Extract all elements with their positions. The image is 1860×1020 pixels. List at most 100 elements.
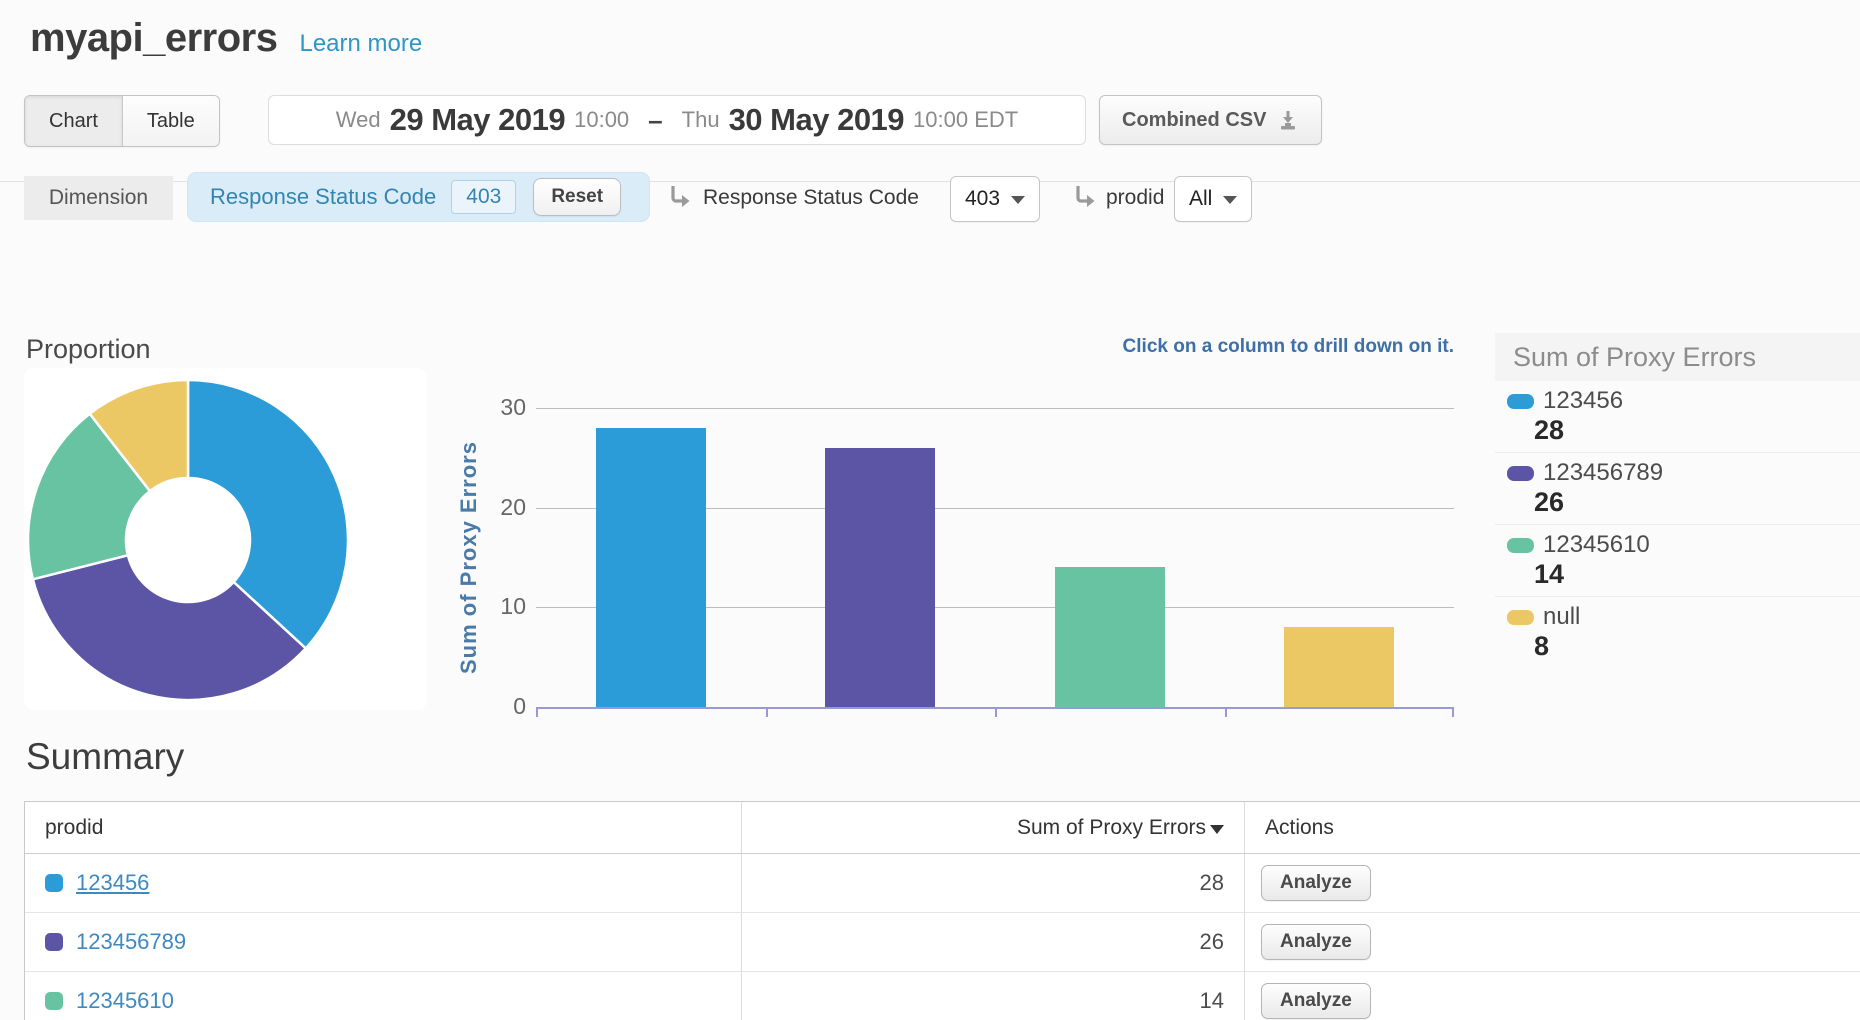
legend-label: null <box>1543 604 1580 630</box>
summary-table: prodid Sum of Proxy Errors Actions 12345… <box>24 801 1860 1020</box>
learn-more-link[interactable]: Learn more <box>299 30 422 58</box>
summary-table-body: 12345628Analyze12345678926Analyze1234561… <box>25 854 1860 1020</box>
dimension-label: Dimension <box>24 176 173 220</box>
column-header-prodid: prodid <box>25 802 741 853</box>
legend-item-123456789: 12345678926 <box>1495 453 1860 525</box>
prodid-link-12345610[interactable]: 12345610 <box>76 988 174 1014</box>
table-row-12345610: 12345610 14 Analyze <box>25 972 1860 1020</box>
drilldown-arrow-icon <box>667 183 694 210</box>
table-row-123456: 123456 28 Analyze <box>25 854 1860 913</box>
chart-legend: Sum of Proxy Errors 12345628123456789261… <box>1495 333 1860 668</box>
combined-csv-button[interactable]: Combined CSV <box>1099 95 1322 145</box>
end-time: 10:00 EDT <box>913 107 1018 133</box>
table-row-123456789: 123456789 26 Analyze <box>25 913 1860 972</box>
start-time: 10:00 <box>574 107 629 133</box>
legend-value: 8 <box>1534 632 1860 660</box>
filter-name: Response Status Code <box>210 184 436 210</box>
legend-label: 123456 <box>1543 388 1623 414</box>
drilldown-selected-value: All <box>1189 187 1212 211</box>
tab-chart[interactable]: Chart <box>25 96 122 146</box>
legend-swatch <box>1507 610 1534 625</box>
chevron-down-icon <box>1011 196 1025 204</box>
csv-label: Combined CSV <box>1122 109 1266 132</box>
y-tick-20: 20 <box>466 494 526 521</box>
gridline-y-30 <box>536 408 1454 409</box>
drilldown-select-prodid[interactable]: All <box>1174 176 1252 222</box>
cell-sum-of-proxy-errors: 26 <box>741 913 1244 971</box>
date-separator: – <box>648 105 662 136</box>
cell-actions: Analyze <box>1244 913 1860 971</box>
x-axis-tick <box>1225 709 1227 717</box>
cell-prodid: 123456789 <box>25 913 741 971</box>
filter-value-badge: 403 <box>451 180 516 214</box>
bar-chart-plot-area <box>536 408 1454 709</box>
analyze-button-12345610[interactable]: Analyze <box>1261 983 1371 1019</box>
legend-label: 12345610 <box>1543 532 1650 558</box>
bar-12345610[interactable] <box>1055 567 1165 707</box>
legend-items: 12345628123456789261234561014null8 <box>1495 381 1860 668</box>
cell-prodid: 12345610 <box>25 972 741 1020</box>
drilldown-selected-value: 403 <box>965 187 1000 211</box>
x-axis-tick <box>536 709 538 717</box>
drilldown-arrow-icon <box>1072 183 1099 210</box>
prodid-link-123456789[interactable]: 123456789 <box>76 929 186 955</box>
legend-item-123456: 12345628 <box>1495 381 1860 453</box>
drilldown-label-prodid: prodid <box>1106 176 1164 220</box>
row-color-swatch <box>45 933 63 951</box>
sort-descending-icon <box>1210 825 1224 834</box>
prodid-link-123456[interactable]: 123456 <box>76 870 149 896</box>
legend-item-12345610: 1234561014 <box>1495 525 1860 597</box>
end-date: 30 May 2019 <box>729 102 904 138</box>
proportion-donut-panel <box>24 368 427 710</box>
page-title: myapi_errors <box>30 16 277 61</box>
drilldown-hint-text: Click on a column to drill down on it. <box>1123 336 1454 358</box>
cell-prodid: 123456 <box>25 854 741 912</box>
proportion-title: Proportion <box>26 334 151 365</box>
column-header-actions: Actions <box>1244 802 1860 853</box>
analyze-button-123456789[interactable]: Analyze <box>1261 924 1371 960</box>
bar-123456[interactable] <box>596 428 706 707</box>
row-color-swatch <box>45 874 63 892</box>
active-filter-chip: Response Status Code 403 Reset <box>187 172 650 222</box>
x-axis-tick <box>766 709 768 717</box>
start-day: Wed <box>336 107 381 133</box>
view-toggle: Chart Table <box>24 95 220 147</box>
donut-chart <box>24 368 427 710</box>
drilldown-select-response-status-code[interactable]: 403 <box>950 176 1040 222</box>
column-header-sum-of-proxy-errors[interactable]: Sum of Proxy Errors <box>741 802 1244 853</box>
row-color-swatch <box>45 992 63 1010</box>
legend-label: 123456789 <box>1543 460 1663 486</box>
column-header-label: Sum of Proxy Errors <box>1017 816 1206 840</box>
x-axis-tick <box>995 709 997 717</box>
reset-button[interactable]: Reset <box>533 178 621 216</box>
bar-123456789[interactable] <box>825 448 935 707</box>
analyze-button-123456[interactable]: Analyze <box>1261 865 1371 901</box>
cell-actions: Analyze <box>1244 972 1860 1020</box>
bar-chart: Sum of Proxy Errors 0102030 <box>440 335 1460 727</box>
legend-title: Sum of Proxy Errors <box>1495 333 1860 381</box>
tab-table[interactable]: Table <box>122 96 219 146</box>
y-axis-label: Sum of Proxy Errors <box>456 408 482 707</box>
legend-value: 28 <box>1534 416 1860 444</box>
drilldown-label-response-status-code: Response Status Code <box>703 176 919 220</box>
chevron-down-icon <box>1223 196 1237 204</box>
cell-sum-of-proxy-errors: 14 <box>741 972 1244 1020</box>
x-axis-tick <box>1452 709 1454 717</box>
legend-item-null: null8 <box>1495 597 1860 668</box>
y-tick-0: 0 <box>466 693 526 720</box>
legend-swatch <box>1507 538 1534 553</box>
header: myapi_errors Learn more <box>30 16 422 61</box>
bar-null[interactable] <box>1284 627 1394 707</box>
legend-swatch <box>1507 466 1534 481</box>
end-day: Thu <box>682 107 720 133</box>
summary-table-header: prodid Sum of Proxy Errors Actions <box>25 802 1860 854</box>
legend-value: 14 <box>1534 560 1860 588</box>
legend-value: 26 <box>1534 488 1860 516</box>
date-range-picker[interactable]: Wed 29 May 2019 10:00 – Thu 30 May 2019 … <box>268 95 1086 145</box>
y-tick-10: 10 <box>466 593 526 620</box>
cell-sum-of-proxy-errors: 28 <box>741 854 1244 912</box>
legend-swatch <box>1507 394 1534 409</box>
start-date: 29 May 2019 <box>390 102 565 138</box>
download-icon <box>1277 109 1299 131</box>
summary-heading: Summary <box>26 736 184 778</box>
